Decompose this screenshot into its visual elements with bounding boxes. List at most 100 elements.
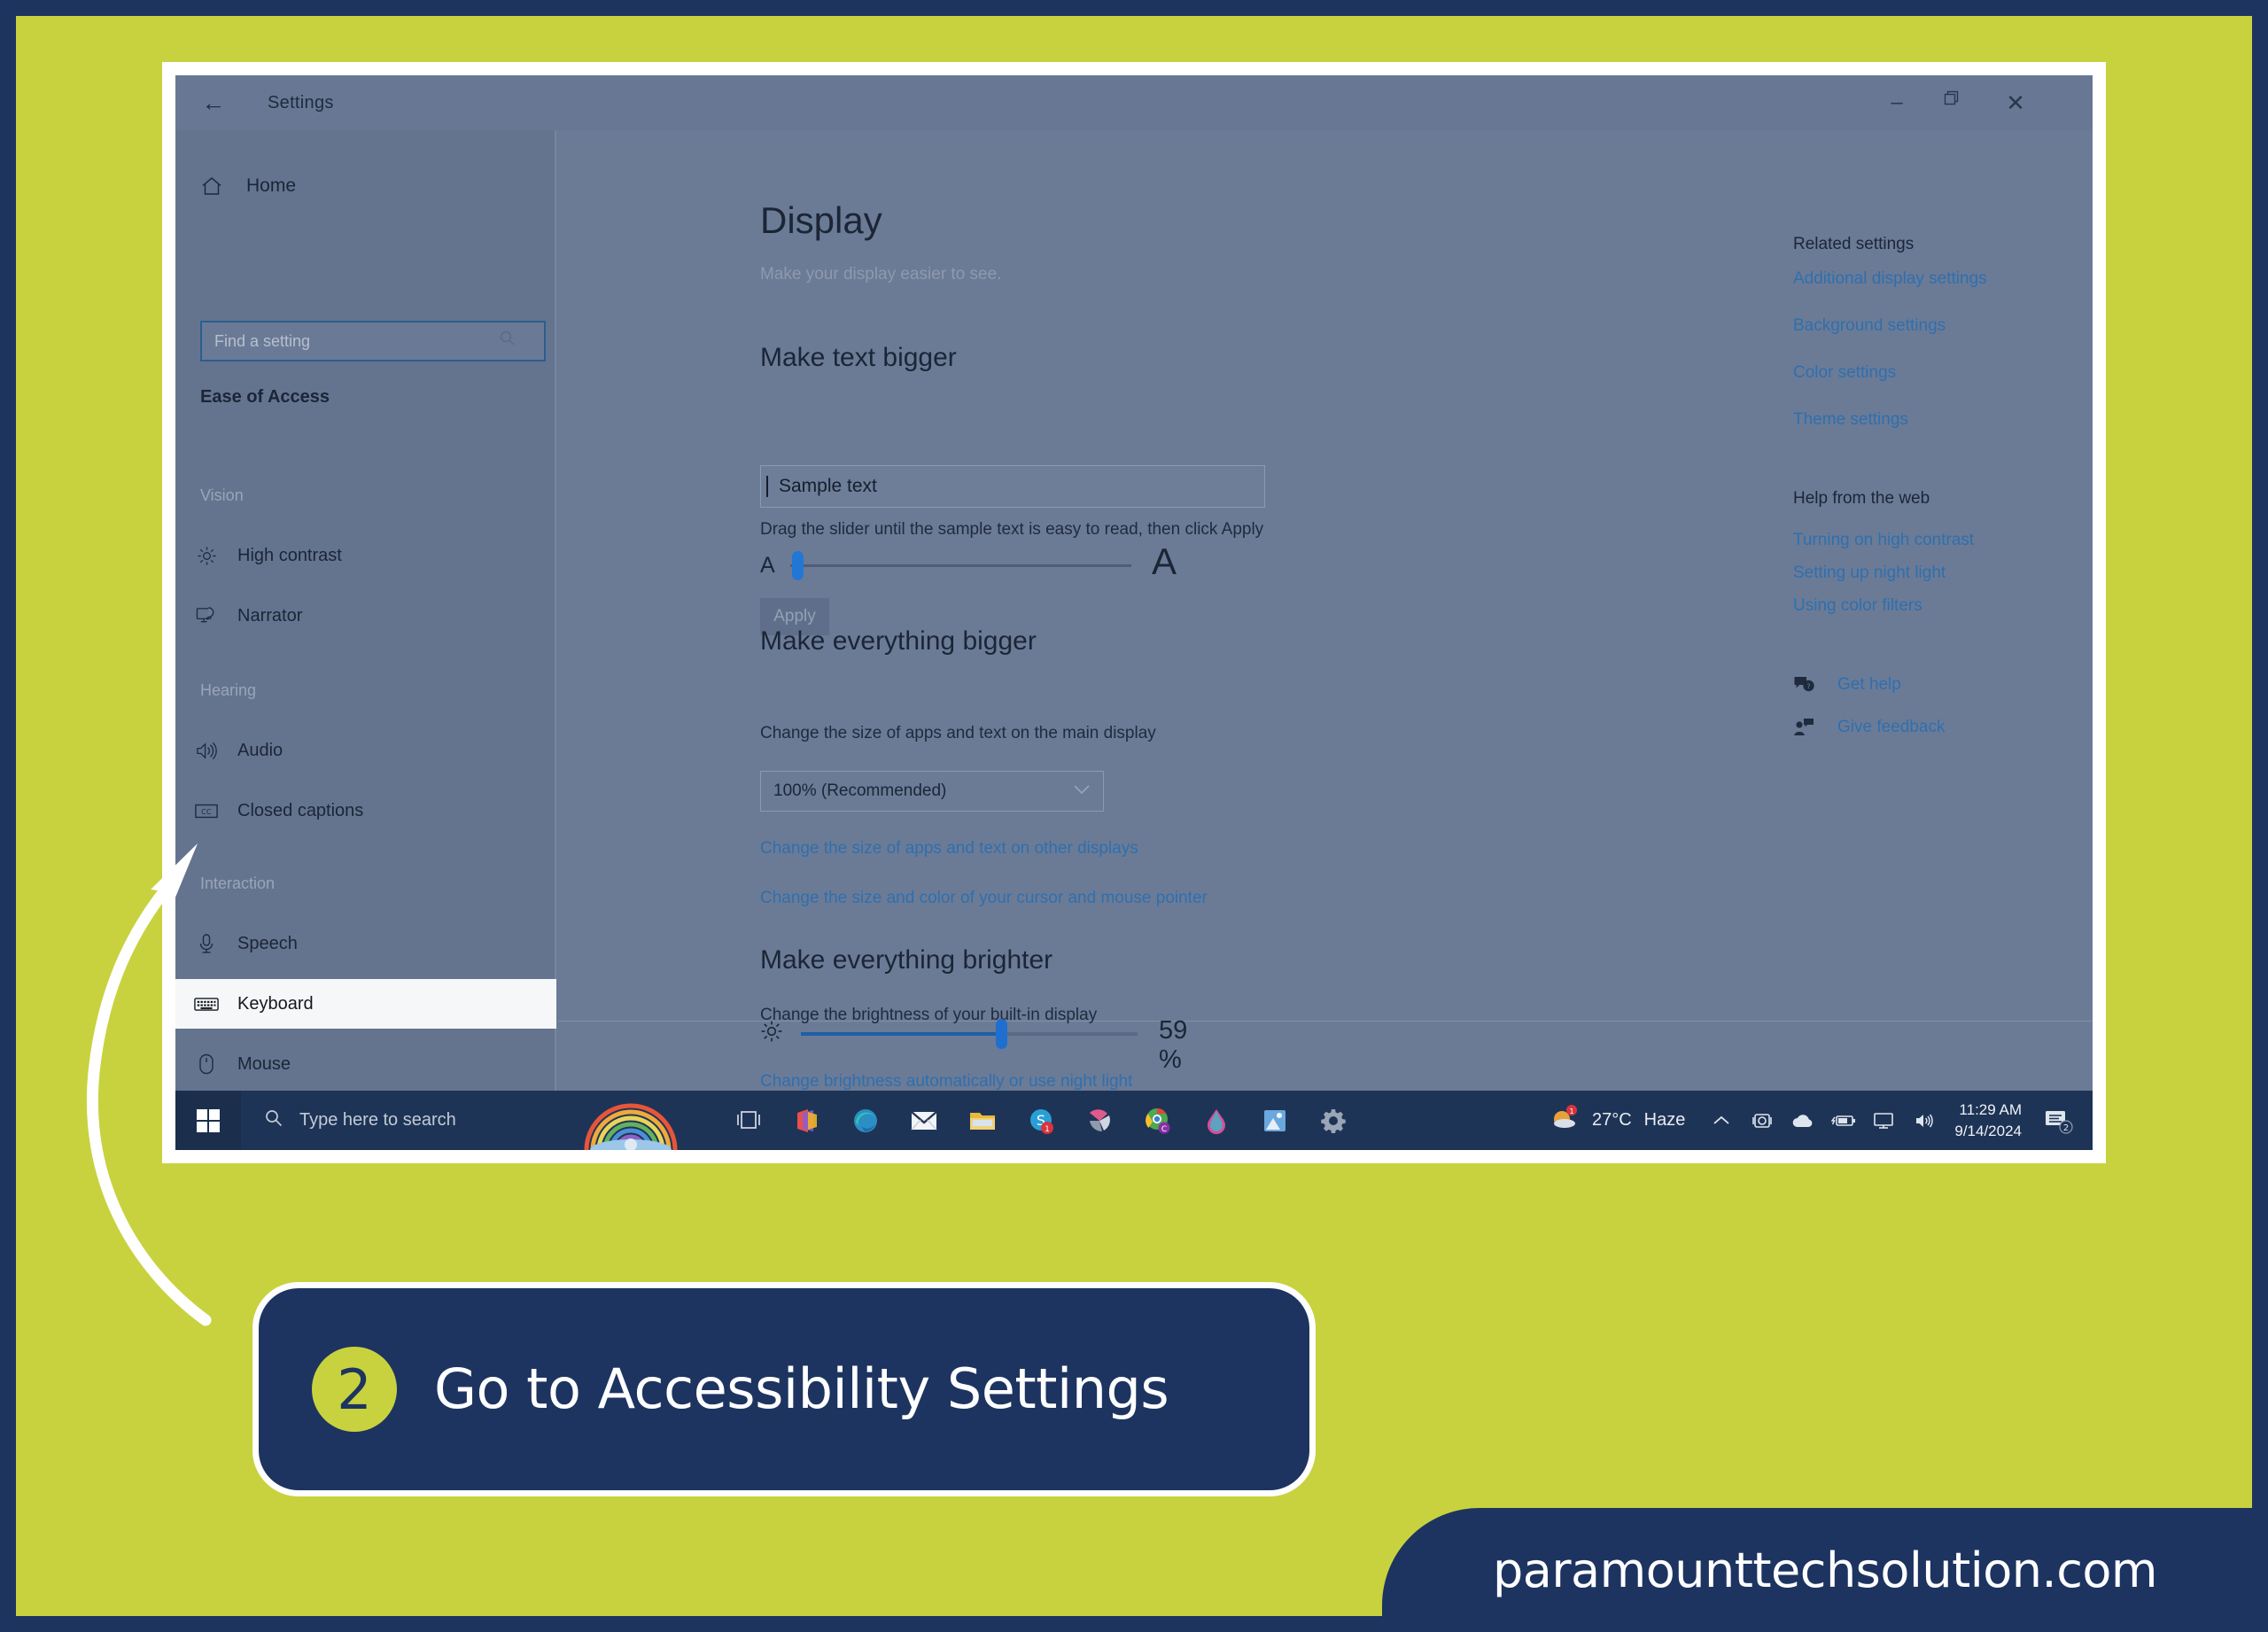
text-size-large-label: A bbox=[1151, 540, 1177, 582]
sidebar-item-label: Speech bbox=[237, 933, 298, 953]
rainbow-decoration-icon bbox=[578, 1099, 684, 1150]
sidebar-item-speech[interactable]: Speech bbox=[175, 919, 556, 968]
show-hidden-icons-chevron[interactable] bbox=[1701, 1091, 1742, 1150]
windows-taskbar: Type here to search S 1 C 1 27°C Haze 11… bbox=[175, 1091, 2093, 1150]
text-size-slider-thumb[interactable] bbox=[792, 551, 804, 580]
water-drop-icon[interactable] bbox=[1187, 1091, 1246, 1150]
brightness-slider-fill bbox=[801, 1032, 999, 1036]
edge-icon[interactable] bbox=[836, 1091, 895, 1150]
section-heading-make-text-bigger: Make text bigger bbox=[760, 343, 957, 372]
svg-text:CC: CC bbox=[201, 807, 212, 816]
weather-condition: Haze bbox=[1643, 1110, 1686, 1130]
help-link-high-contrast[interactable]: Turning on high contrast bbox=[1793, 531, 1974, 550]
taskbar-clock[interactable]: 11:29 AM 9/14/2024 bbox=[1946, 1100, 2034, 1142]
close-button[interactable]: ✕ bbox=[1988, 82, 2043, 123]
maximize-button[interactable] bbox=[1924, 82, 1979, 123]
settings-gear-icon[interactable] bbox=[1304, 1091, 1363, 1150]
text-size-slider-track[interactable] bbox=[790, 564, 1131, 567]
home-icon bbox=[200, 175, 223, 198]
search-icon bbox=[264, 1108, 284, 1133]
fan-app-icon[interactable] bbox=[1070, 1091, 1129, 1150]
sidebar-item-label: Keyboard bbox=[237, 993, 314, 1014]
related-link-additional-display[interactable]: Additional display settings bbox=[1793, 269, 1987, 289]
chrome-icon[interactable]: C bbox=[1129, 1091, 1187, 1150]
onedrive-cloud-icon[interactable] bbox=[1783, 1091, 1823, 1150]
screenshot-card: ← Settings – ✕ Home Find a setting Ease … bbox=[162, 62, 2106, 1163]
related-link-color[interactable]: Color settings bbox=[1793, 363, 1896, 383]
sidebar-group-hearing: Hearing bbox=[200, 681, 257, 699]
give-feedback-label: Give feedback bbox=[1837, 718, 1946, 736]
taskbar-search[interactable]: Type here to search bbox=[241, 1091, 719, 1150]
sidebar-item-mouse[interactable]: Mouse bbox=[175, 1039, 556, 1089]
help-from-web-heading: Help from the web bbox=[1793, 489, 1930, 508]
link-cursor-pointer[interactable]: Change the size and color of your cursor… bbox=[760, 889, 1208, 908]
sidebar-item-home[interactable]: Home bbox=[175, 166, 555, 206]
scale-selected-value: 100% (Recommended) bbox=[773, 781, 947, 800]
back-icon[interactable]: ← bbox=[198, 88, 229, 118]
section-heading-make-everything-bigger: Make everything bigger bbox=[760, 626, 1037, 656]
sidebar-item-audio[interactable]: Audio bbox=[175, 726, 556, 775]
speaker-icon bbox=[175, 741, 237, 761]
brightness-slider[interactable]: 59 % bbox=[760, 1016, 1212, 1074]
clock-date: 9/14/2024 bbox=[1954, 1122, 2022, 1139]
skype-icon[interactable]: S 1 bbox=[1012, 1091, 1070, 1150]
keyboard-icon bbox=[175, 996, 237, 1013]
microphone-icon bbox=[175, 933, 237, 954]
link-other-displays[interactable]: Change the size of apps and text on othe… bbox=[760, 839, 1138, 859]
website-url: paramounttechsolution.com bbox=[1492, 1542, 2158, 1598]
related-link-background[interactable]: Background settings bbox=[1793, 316, 1946, 336]
page-title: Display bbox=[760, 199, 882, 241]
photos-icon[interactable] bbox=[1246, 1091, 1304, 1150]
file-explorer-icon[interactable] bbox=[953, 1091, 1012, 1150]
network-monitor-icon[interactable] bbox=[1864, 1091, 1905, 1150]
sidebar-home-label: Home bbox=[246, 175, 297, 196]
step-callout: 2 Go to Accessibility Settings bbox=[252, 1282, 1316, 1496]
brightness-slider-thumb[interactable] bbox=[996, 1019, 1007, 1049]
action-center-icon[interactable]: 2 bbox=[2034, 1107, 2084, 1134]
sidebar-item-keyboard[interactable]: Keyboard bbox=[175, 979, 556, 1029]
text-size-slider[interactable]: A A bbox=[760, 540, 1177, 588]
link-auto-brightness[interactable]: Change brightness automatically or use n… bbox=[760, 1072, 1132, 1091]
battery-charging-icon[interactable] bbox=[1823, 1091, 1864, 1150]
sidebar-item-label: High contrast bbox=[237, 545, 342, 565]
task-view-icon[interactable] bbox=[719, 1091, 778, 1150]
search-box[interactable] bbox=[200, 321, 546, 361]
camera-icon[interactable] bbox=[1742, 1091, 1783, 1150]
mail-icon[interactable] bbox=[895, 1091, 953, 1150]
closed-caption-icon: CC bbox=[175, 803, 237, 820]
minimize-button[interactable]: – bbox=[1869, 82, 1924, 123]
volume-icon[interactable] bbox=[1905, 1091, 1946, 1150]
sample-text-value: Sample text bbox=[766, 476, 877, 497]
give-feedback-link[interactable]: Give feedback bbox=[1793, 718, 1945, 737]
skype-badge-count: 1 bbox=[1045, 1125, 1050, 1134]
sidebar-item-label: Audio bbox=[237, 740, 284, 760]
sidebar-item-high-contrast[interactable]: High contrast bbox=[175, 531, 556, 580]
step-number-badge: 2 bbox=[312, 1347, 397, 1432]
svg-text:?: ? bbox=[1806, 683, 1810, 691]
brightness-icon bbox=[760, 1020, 783, 1049]
window-title-bar: ← Settings – ✕ bbox=[175, 75, 2093, 130]
weather-temperature: 27°C bbox=[1591, 1110, 1632, 1130]
sidebar-item-narrator[interactable]: Narrator bbox=[175, 591, 556, 641]
scale-dropdown[interactable]: 100% (Recommended) bbox=[760, 771, 1104, 812]
sidebar-group-interaction: Interaction bbox=[200, 874, 276, 892]
sample-text-field[interactable]: Sample text bbox=[760, 465, 1265, 508]
weather-haze-icon: 1 bbox=[1550, 1105, 1580, 1136]
footer-ribbon: paramounttechsolution.com bbox=[1382, 1508, 2268, 1632]
get-help-link[interactable]: ? Get help bbox=[1793, 675, 1901, 695]
brightness-value: 59 % bbox=[1159, 1016, 1188, 1074]
weather-widget[interactable]: 1 27°C Haze bbox=[1534, 1105, 1701, 1136]
action-center-badge-count: 2 bbox=[2063, 1123, 2069, 1133]
help-link-night-light[interactable]: Setting up night light bbox=[1793, 563, 1946, 583]
text-size-small-label: A bbox=[760, 553, 775, 578]
scale-label: Change the size of apps and text on the … bbox=[760, 724, 1156, 742]
related-link-theme[interactable]: Theme settings bbox=[1793, 410, 1908, 430]
office-icon[interactable] bbox=[778, 1091, 836, 1150]
help-link-color-filters[interactable]: Using color filters bbox=[1793, 596, 1922, 616]
section-heading-make-everything-brighter: Make everything brighter bbox=[760, 945, 1053, 975]
windows-start-icon[interactable] bbox=[175, 1091, 241, 1150]
search-input[interactable] bbox=[202, 323, 494, 360]
sidebar-item-label: Closed captions bbox=[237, 800, 364, 820]
feedback-icon bbox=[1793, 718, 1818, 737]
sidebar-item-closed-captions[interactable]: CC Closed captions bbox=[175, 786, 556, 835]
